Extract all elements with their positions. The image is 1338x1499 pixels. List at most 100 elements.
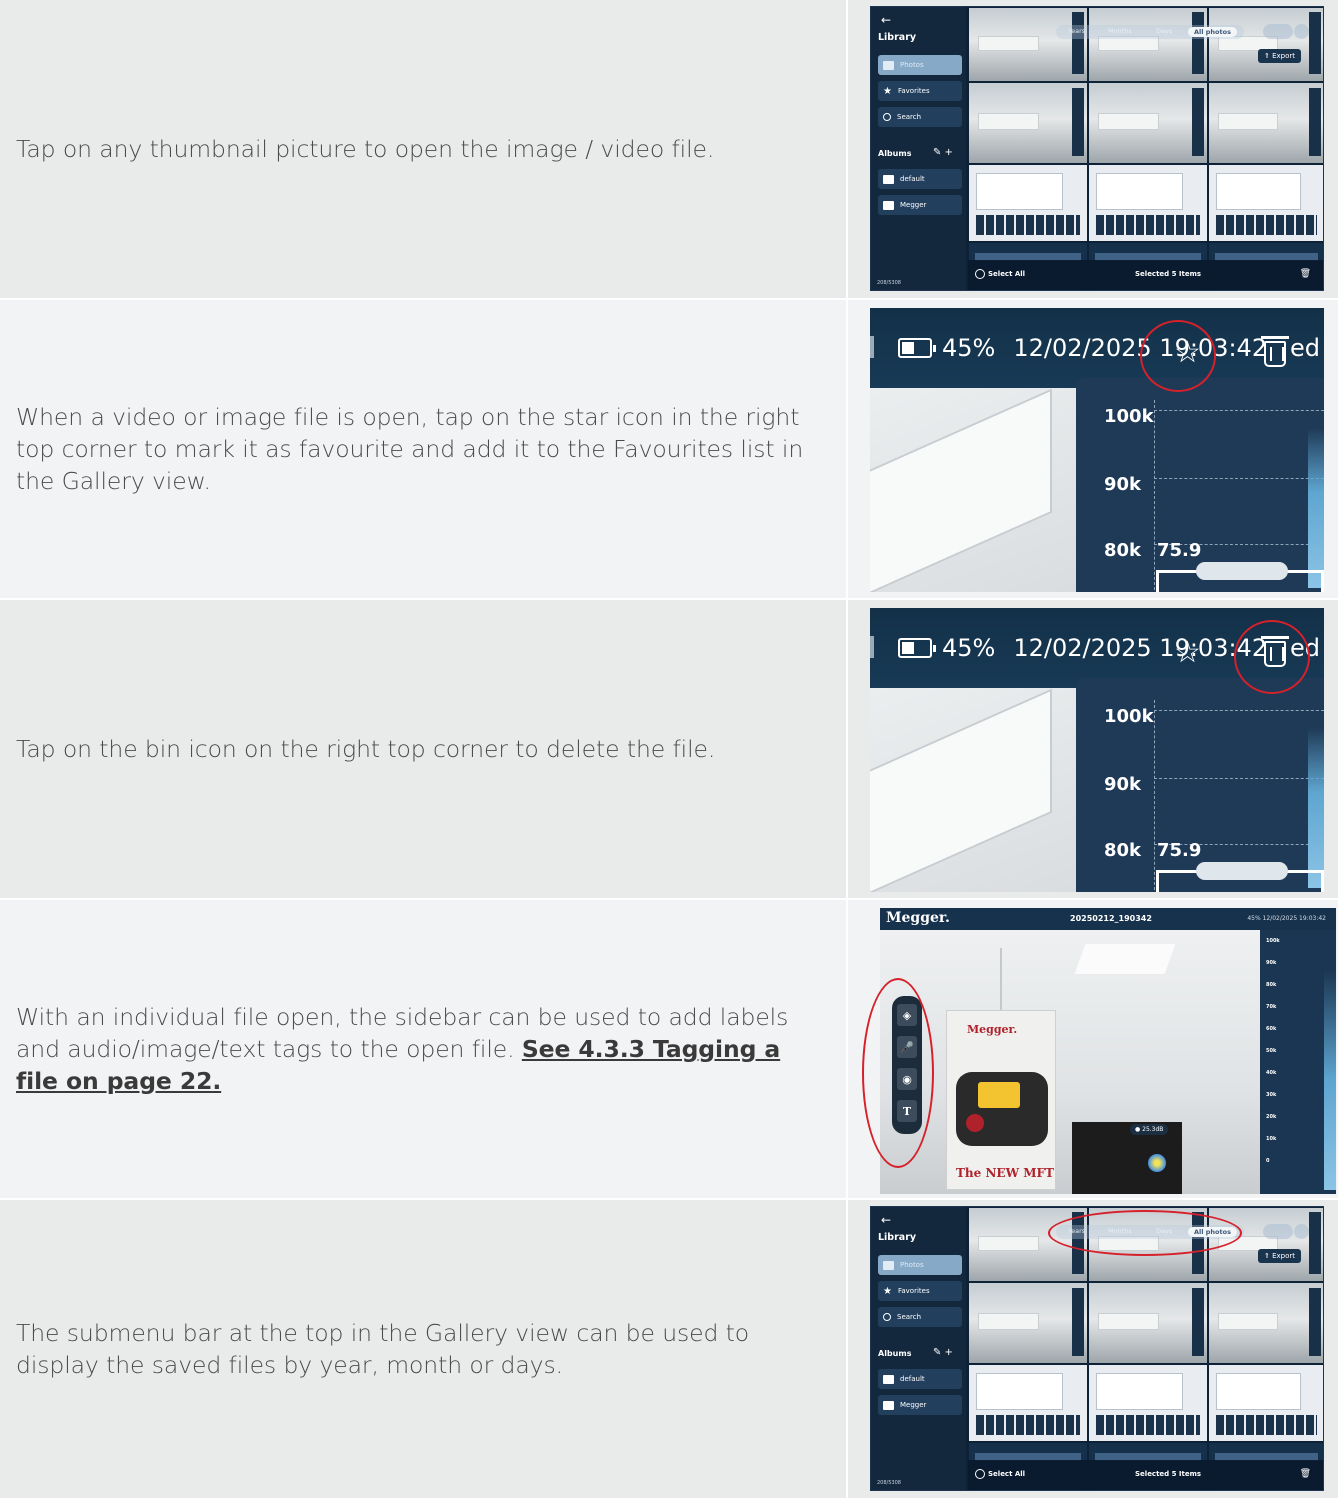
submenu-all-photos[interactable]: All photos: [1188, 27, 1237, 37]
selected-count: Selected 5 Items: [1135, 270, 1202, 278]
search-icon: [883, 1313, 891, 1321]
photo-icon: [883, 200, 894, 210]
datetime: 12/02/2025 19:03:42: [1013, 634, 1268, 662]
album-item-megger[interactable]: Megger: [878, 1395, 962, 1415]
thumbnail[interactable]: [1088, 1282, 1208, 1364]
thumbnail[interactable]: [1088, 164, 1208, 242]
slider-handle[interactable]: [1196, 862, 1288, 880]
photo-icon: [883, 1374, 894, 1384]
albums-heading: Albums: [878, 1349, 912, 1358]
submenu-months[interactable]: Months: [1108, 1227, 1132, 1235]
slider-handle[interactable]: [1196, 562, 1288, 580]
sound-source-marker: [1148, 1154, 1166, 1172]
decibel-badge: ● 25.3dB: [1130, 1124, 1169, 1135]
export-button[interactable]: ⇑ Export: [1257, 1249, 1301, 1263]
star-icon[interactable]: ☆: [1174, 338, 1201, 368]
submenu-days[interactable]: Days: [1156, 1227, 1172, 1235]
cancel-button[interactable]: [1263, 1224, 1293, 1239]
thumbnail[interactable]: [1208, 1282, 1323, 1364]
album-item-default[interactable]: default: [878, 169, 962, 189]
select-all-radio-icon[interactable]: [975, 269, 985, 279]
album-item-megger[interactable]: Megger: [878, 195, 962, 215]
bin-icon[interactable]: 🗑: [1300, 269, 1311, 279]
star-icon[interactable]: ☆: [1174, 638, 1201, 668]
axis-tick: 80k: [1104, 840, 1142, 861]
sidebar-item-favorites[interactable]: ★ Favorites: [878, 81, 962, 101]
photo-count: 208/5308: [877, 280, 901, 286]
battery-level: 45%: [942, 334, 996, 362]
album-edit-add-icon[interactable]: ✎ +: [933, 1347, 953, 1358]
submenu-years[interactable]: Years: [1068, 27, 1085, 35]
thumbnail[interactable]: [1208, 1207, 1323, 1282]
gallery-submenu-bar: Years Months Days All photos: [1056, 1225, 1244, 1239]
submenu-months[interactable]: Months: [1108, 27, 1132, 35]
level-chart: 100k 90k 80k 70k 60k 50k 40k 30k 20k 10k…: [1260, 930, 1336, 1194]
thumbnail[interactable]: [1208, 82, 1323, 164]
thumbnail[interactable]: [1208, 164, 1323, 242]
back-arrow-icon[interactable]: ←: [881, 1213, 891, 1227]
export-button[interactable]: ⇑ Export: [1257, 49, 1301, 63]
thumbnail[interactable]: [968, 1207, 1088, 1282]
thumbnail[interactable]: [968, 1364, 1088, 1442]
axis-tick: 100k: [1104, 406, 1154, 427]
image-tag-button[interactable]: ◉: [897, 1068, 917, 1090]
bin-icon[interactable]: 🗑: [1300, 1469, 1311, 1479]
battery-level: 45%: [942, 634, 996, 662]
selection-bar: Select All Selected 5 Items 🗑: [968, 1460, 1323, 1490]
thumbnail[interactable]: [968, 82, 1088, 164]
sidebar-item-search[interactable]: Search: [878, 1307, 962, 1327]
text-tag-button[interactable]: T: [897, 1100, 917, 1122]
sidebar-item-photos[interactable]: Photos: [878, 55, 962, 75]
select-all-radio-icon[interactable]: [975, 1469, 985, 1479]
close-icon[interactable]: [1294, 1224, 1309, 1239]
star-icon-screenshot: 45% 12/02/2025 19:03:42 ☆ ed 100k 90k 80…: [848, 300, 1338, 598]
photo-count: 208/5308: [877, 1480, 901, 1486]
thumbnail[interactable]: [968, 7, 1088, 82]
sidebar-item-favorites[interactable]: ★ Favorites: [878, 1281, 962, 1301]
instruction-text: When a video or image file is open, tap …: [16, 403, 804, 495]
bin-icon[interactable]: [1261, 336, 1289, 367]
thumbnail[interactable]: [1208, 7, 1323, 82]
instruction-text: The submenu bar at the top in the Galler…: [16, 1319, 750, 1379]
thumbnail[interactable]: [968, 1282, 1088, 1364]
bin-icon[interactable]: [1261, 636, 1289, 667]
submenu-days[interactable]: Days: [1156, 27, 1172, 35]
instruction-row-3: Tap on the bin icon on the right top cor…: [0, 600, 1338, 898]
level-value: 75.9: [1157, 540, 1202, 561]
submenu-years[interactable]: Years: [1068, 1227, 1085, 1235]
sidebar-item-photos[interactable]: Photos: [878, 1255, 962, 1275]
status-bar: 45% 12/02/2025 19:03:42: [1247, 915, 1326, 922]
datetime: 12/02/2025 19:03:42: [1013, 334, 1268, 362]
cancel-button[interactable]: [1263, 24, 1293, 39]
label-tag-button[interactable]: ◈: [897, 1004, 917, 1026]
submenu-all-photos[interactable]: All photos: [1188, 1227, 1237, 1237]
album-item-default[interactable]: default: [878, 1369, 962, 1389]
select-all-button[interactable]: Select All: [988, 1470, 1025, 1478]
instruction-text: Tap on the bin icon on the right top cor…: [16, 735, 716, 763]
thumbnail[interactable]: [1088, 1364, 1208, 1442]
selection-bar: Select All Selected 5 Items 🗑: [968, 260, 1323, 290]
tagging-sidebar-screenshot: Megger. 20250212_190342 45% 12/02/2025 1…: [848, 900, 1338, 1198]
level-value: 75.9: [1157, 840, 1202, 861]
back-arrow-icon[interactable]: ←: [881, 13, 891, 27]
select-all-button[interactable]: Select All: [988, 270, 1025, 278]
file-name: 20250212_190342: [1070, 914, 1152, 923]
axis-tick: 80k: [1104, 540, 1142, 561]
thumbnail[interactable]: [1088, 7, 1208, 82]
thumbnail[interactable]: [1088, 82, 1208, 164]
gallery-sidebar: ← Library Photos ★ Favorites Search Album…: [871, 7, 966, 290]
battery-icon: [898, 638, 936, 658]
thumbnail[interactable]: [1208, 1364, 1323, 1442]
gallery-submenu-bar: Years Months Days All photos: [1056, 25, 1244, 39]
sidebar-item-search[interactable]: Search: [878, 107, 962, 127]
megger-logo: Megger.: [886, 910, 950, 926]
thumbnail[interactable]: [968, 164, 1088, 242]
star-icon: ★: [883, 85, 892, 97]
photo-icon: [883, 1400, 894, 1410]
thumbnail[interactable]: [1088, 1207, 1208, 1282]
album-edit-add-icon[interactable]: ✎ +: [933, 147, 953, 158]
audio-tag-button[interactable]: 🎤: [897, 1036, 917, 1058]
tester-device: [956, 1072, 1048, 1146]
close-icon[interactable]: [1294, 24, 1309, 39]
gallery-screenshot: ← Library Photos ★ Favorites Search Album…: [848, 0, 1338, 298]
